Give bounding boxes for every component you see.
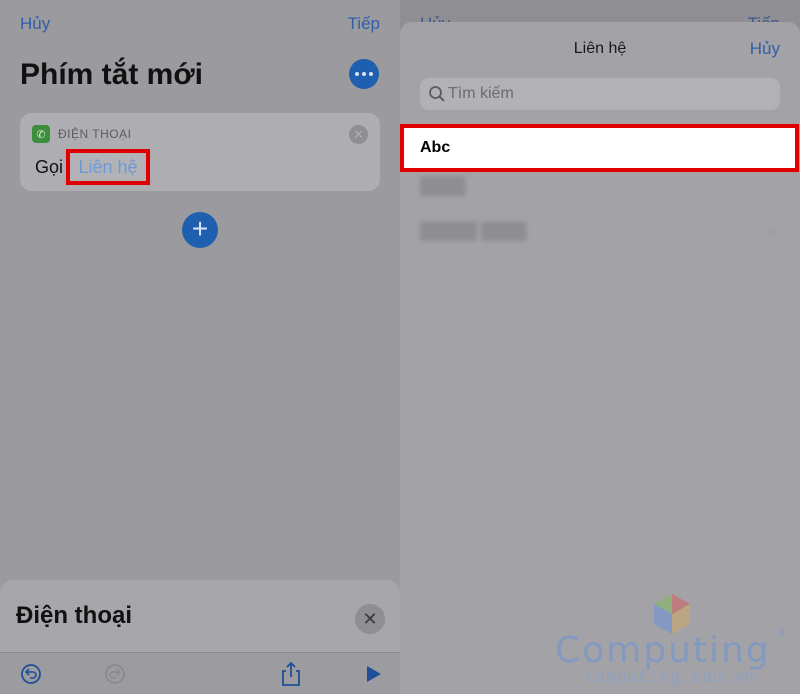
phone-app-icon: ✆ <box>32 125 50 143</box>
contact-row-selected[interactable]: Abc <box>400 124 799 172</box>
remove-action-icon[interactable]: ✕ <box>349 125 368 144</box>
cancel-button[interactable]: Hủy <box>750 39 780 59</box>
cancel-button[interactable]: Hủy <box>20 14 50 34</box>
contact-picker-sheet: Liên hệ Hủy Abc ████ █████ ████ › <box>400 22 800 694</box>
sheet-title: Điện thoại <box>16 602 133 629</box>
blurred-contact-row: ████ <box>420 178 466 195</box>
sheet-title: Liên hệ <box>573 40 627 57</box>
action-app-name: ĐIỆN THOẠI <box>58 127 132 141</box>
contact-parameter-token[interactable]: Liên hệ <box>66 149 150 185</box>
contact-parameter-label: Liên hệ <box>78 156 138 177</box>
blurred-contact-row: █████ ████ <box>420 223 527 240</box>
bottom-toolbar <box>0 652 400 694</box>
close-icon[interactable]: ✕ <box>355 604 385 634</box>
next-button[interactable]: Tiếp <box>348 14 380 34</box>
share-icon[interactable] <box>278 661 304 687</box>
watermark-registered-mark: ® <box>778 626 787 640</box>
search-input[interactable] <box>448 78 768 110</box>
watermark-name: Computing <box>555 630 771 671</box>
ellipsis-icon <box>355 72 359 76</box>
contact-picker-screen: Hủy Tiếp Liên hệ Hủy Abc ████ █████ ████… <box>400 0 800 694</box>
action-verb: Gọi <box>35 157 64 177</box>
search-field[interactable] <box>420 78 780 110</box>
watermark-url: computing.edu.vn <box>585 667 756 686</box>
undo-icon[interactable] <box>18 661 44 687</box>
add-action-button[interactable]: + <box>182 212 218 248</box>
play-icon[interactable] <box>360 661 386 687</box>
nav-bar: Hủy Tiếp <box>20 14 380 34</box>
shortcut-editor-screen: Hủy Tiếp Phím tắt mới ✆ ĐIỆN THOẠI ✕ Gọi… <box>0 0 400 694</box>
redo-icon[interactable] <box>102 661 128 687</box>
more-options-button[interactable] <box>349 59 379 89</box>
chevron-right-icon: › <box>770 223 776 240</box>
contact-name: Abc <box>420 139 451 156</box>
page-title: Phím tắt mới <box>20 58 204 91</box>
search-icon <box>429 86 445 102</box>
